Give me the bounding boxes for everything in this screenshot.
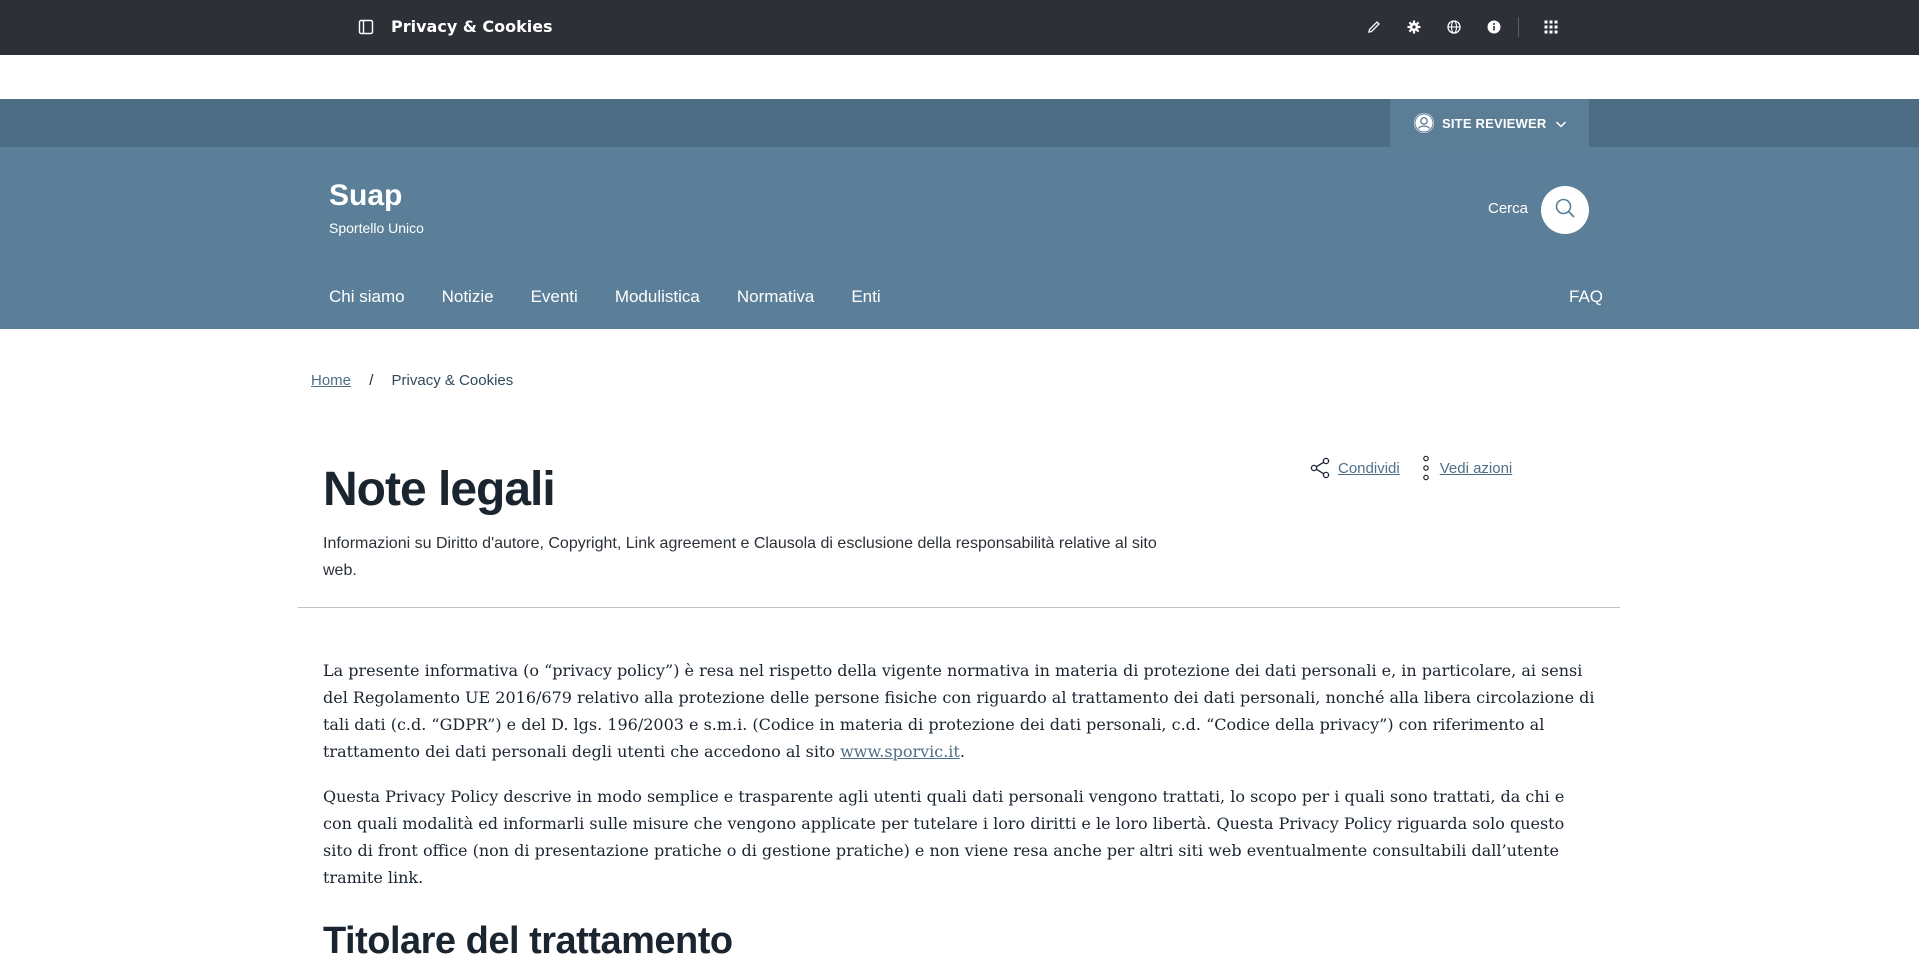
user-menu-button[interactable]: SITE REVIEWER: [1390, 99, 1589, 147]
nav-item-notizie[interactable]: Notizie: [442, 287, 494, 307]
info-icon[interactable]: [1485, 18, 1503, 36]
center-header: Suap Sportello Unico Cerca Chi siamo Not…: [0, 147, 1919, 329]
share-label: Condividi: [1338, 459, 1400, 477]
nav-item-eventi[interactable]: Eventi: [531, 287, 578, 307]
toolbar-divider: [1518, 17, 1519, 37]
nav-item-faq[interactable]: FAQ: [1569, 287, 1603, 307]
page-content: La presente informativa (o “privacy poli…: [323, 657, 1595, 909]
edit-icon[interactable]: [1365, 18, 1383, 36]
nav-item-modulistica[interactable]: Modulistica: [615, 287, 700, 307]
brand-title[interactable]: Suap: [329, 179, 402, 213]
search-icon: [1554, 197, 1576, 223]
site-link[interactable]: www.sporvic.it: [840, 742, 960, 761]
main-nav: Chi siamo Notizie Eventi Modulistica Nor…: [329, 287, 918, 307]
user-menu-label: SITE REVIEWER: [1442, 115, 1547, 131]
search-button[interactable]: [1541, 186, 1589, 234]
title-divider: [298, 607, 1620, 608]
language-icon[interactable]: [1445, 18, 1463, 36]
search-label: Cerca: [1488, 200, 1529, 217]
sidebar-toggle-icon[interactable]: [358, 19, 374, 35]
content-paragraph: Questa Privacy Policy descrive in modo s…: [323, 787, 1565, 887]
cms-toolbar: Privacy & Cookies: [0, 0, 1919, 55]
slim-header: SITE REVIEWER: [0, 99, 1919, 147]
section-title: Titolare del trattamento: [323, 920, 733, 962]
page-title: Note legali: [323, 463, 556, 516]
chevron-down-icon: [1554, 116, 1568, 130]
settings-icon[interactable]: [1405, 18, 1423, 36]
share-icon: [1308, 456, 1332, 480]
apps-grid-icon[interactable]: [1542, 18, 1560, 36]
breadcrumb-home-link[interactable]: Home: [311, 372, 351, 389]
page-actions: Condividi Vedi azioni: [1308, 455, 1512, 481]
nav-item-normativa[interactable]: Normativa: [737, 287, 814, 307]
cms-page-label: Privacy & Cookies: [391, 17, 553, 36]
nav-item-enti[interactable]: Enti: [851, 287, 880, 307]
nav-item-chi-siamo[interactable]: Chi siamo: [329, 287, 405, 307]
breadcrumb: Home / Privacy & Cookies: [311, 372, 513, 389]
page-description: Informazioni su Diritto d'autore, Copyri…: [323, 535, 1157, 579]
breadcrumb-separator: /: [369, 372, 374, 389]
more-actions-button[interactable]: Vedi azioni: [1422, 455, 1513, 481]
more-actions-label: Vedi azioni: [1439, 459, 1513, 477]
more-vertical-icon: [1422, 455, 1430, 481]
brand-subtitle: Sportello Unico: [329, 220, 424, 236]
paragraph-text-end: .: [959, 742, 965, 761]
share-button[interactable]: Condividi: [1308, 456, 1400, 480]
user-icon: [1414, 113, 1434, 133]
content-paragraph: La presente informativa (o “privacy poli…: [323, 657, 1595, 765]
breadcrumb-current: Privacy & Cookies: [391, 372, 514, 389]
